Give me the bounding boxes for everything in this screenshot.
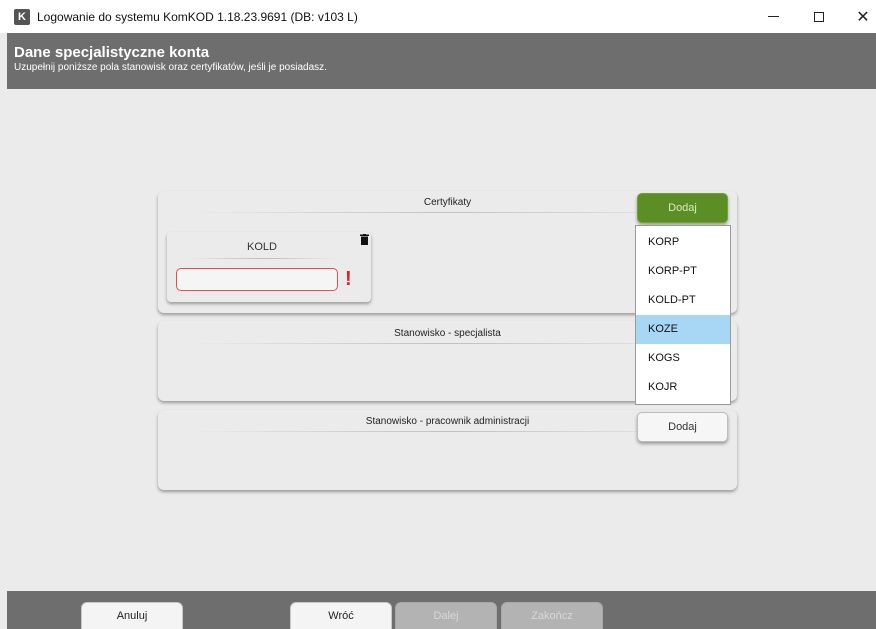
add-admin-position-button[interactable]: Dodaj: [637, 412, 728, 442]
dropdown-option-kold-pt[interactable]: KOLD-PT: [636, 286, 730, 315]
certificate-type-dropdown: KORP KORP-PT KOLD-PT KOZE KOGS KOJR: [635, 225, 731, 405]
certificate-card-kold: KOLD !: [167, 232, 371, 302]
dropdown-option-kojr[interactable]: KOJR: [636, 373, 730, 402]
dropdown-option-kogs[interactable]: KOGS: [636, 344, 730, 373]
certificate-number-input[interactable]: [176, 268, 338, 291]
page-header: Dane specjalistyczne konta Uzupełnij pon…: [7, 33, 876, 89]
certificate-name-divider: [187, 258, 337, 259]
dropdown-option-korp[interactable]: KORP: [636, 228, 730, 257]
dropdown-option-koze[interactable]: KOZE: [636, 315, 730, 344]
footer-bar: Anuluj Wróć Dalej Zakończ: [7, 591, 876, 629]
trash-icon[interactable]: [360, 234, 369, 245]
window-title: Logowanie do systemu KomKOD 1.18.23.9691…: [37, 9, 358, 24]
window-titlebar: K Logowanie do systemu KomKOD 1.18.23.96…: [0, 0, 876, 33]
close-button[interactable]: ✕: [840, 0, 876, 33]
minimize-icon: [767, 16, 779, 17]
dropdown-option-korp-pt[interactable]: KORP-PT: [636, 257, 730, 286]
validation-error-icon: !: [345, 268, 352, 290]
maximize-icon: [814, 11, 824, 22]
main-content: Certyfikaty Dodaj KOLD ! Stanowisko - sp…: [7, 89, 876, 591]
maximize-button[interactable]: [796, 0, 842, 33]
page-subtitle: Uzupełnij poniższe pola stanowisk oraz c…: [14, 62, 327, 73]
next-button[interactable]: Dalej: [395, 602, 497, 629]
back-button[interactable]: Wróć: [290, 602, 392, 629]
certificates-title-divider: [188, 212, 707, 213]
finish-button[interactable]: Zakończ: [501, 602, 603, 629]
certificate-name: KOLD: [247, 241, 277, 253]
page-title: Dane specjalistyczne konta: [14, 44, 210, 61]
app-logo-icon: K: [14, 8, 30, 25]
add-certificate-button[interactable]: Dodaj: [637, 193, 728, 223]
admin-title-divider: [188, 431, 707, 432]
minimize-button[interactable]: [750, 0, 796, 33]
cancel-button[interactable]: Anuluj: [81, 602, 183, 629]
specialist-title-divider: [188, 343, 707, 344]
close-icon: ✕: [856, 7, 870, 26]
